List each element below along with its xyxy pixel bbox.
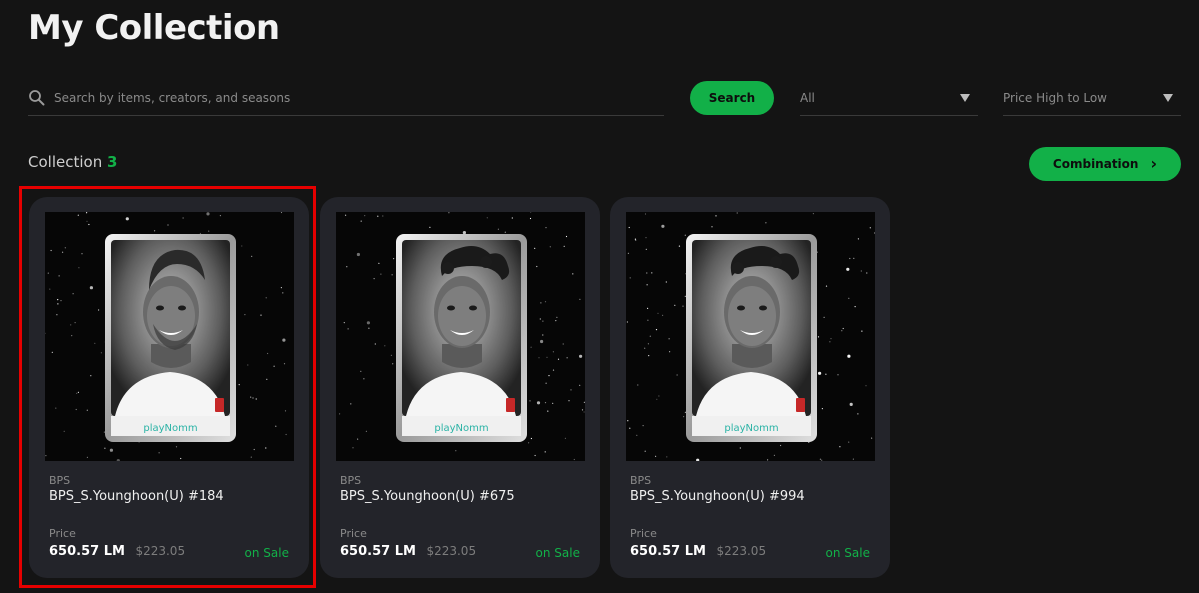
category-filter-value: All	[800, 90, 815, 105]
card-price-usd: $223.05	[716, 544, 767, 558]
chevron-right-icon: ›	[1150, 154, 1158, 173]
card-price-label: Price	[340, 527, 367, 540]
combination-label: Combination	[1052, 157, 1139, 171]
card-image[interactable]: playNomm	[626, 212, 875, 461]
card-price-lm: 650.57 LM	[340, 544, 416, 559]
search-button[interactable]: Search	[690, 81, 774, 115]
sort-dropdown[interactable]: Price High to Low	[1003, 80, 1181, 116]
card-status-badge: on Sale	[825, 546, 870, 560]
card-image[interactable]: playNomm	[336, 212, 585, 461]
svg-text:playNomm: playNomm	[724, 423, 778, 434]
sort-value: Price High to Low	[1003, 90, 1107, 105]
collection-count: 3	[106, 153, 118, 171]
selection-highlight	[19, 186, 316, 588]
card-name[interactable]: BPS_S.Younghoon(U) #675	[340, 489, 515, 504]
collection-heading: Collection 3	[28, 153, 117, 171]
card-price: 650.57 LM $223.05	[340, 544, 476, 559]
card-brand: BPS	[630, 474, 652, 487]
collection-label: Collection	[28, 153, 103, 171]
card-price-usd: $223.05	[426, 544, 477, 558]
search-bar	[28, 80, 664, 116]
combination-button[interactable]: Combination ›	[1029, 147, 1181, 181]
nft-card[interactable]: playNomm BPS BPS_S.Younghoon(U) #675 Pri…	[320, 197, 600, 578]
caret-down-icon	[960, 93, 970, 102]
card-brand: BPS	[340, 474, 362, 487]
card-price: 650.57 LM $223.05	[630, 544, 766, 559]
search-icon	[28, 89, 46, 107]
card-status-badge: on Sale	[535, 546, 580, 560]
svg-text:playNomm: playNomm	[434, 423, 488, 434]
caret-down-icon	[1163, 93, 1173, 102]
card-price-label: Price	[630, 527, 657, 540]
page-title: My Collection	[28, 8, 280, 48]
card-name[interactable]: BPS_S.Younghoon(U) #994	[630, 489, 805, 504]
search-input[interactable]	[54, 90, 664, 105]
nft-card[interactable]: playNomm BPS BPS_S.Younghoon(U) #994 Pri…	[610, 197, 890, 578]
category-filter-dropdown[interactable]: All	[800, 80, 978, 116]
card-price-lm: 650.57 LM	[630, 544, 706, 559]
